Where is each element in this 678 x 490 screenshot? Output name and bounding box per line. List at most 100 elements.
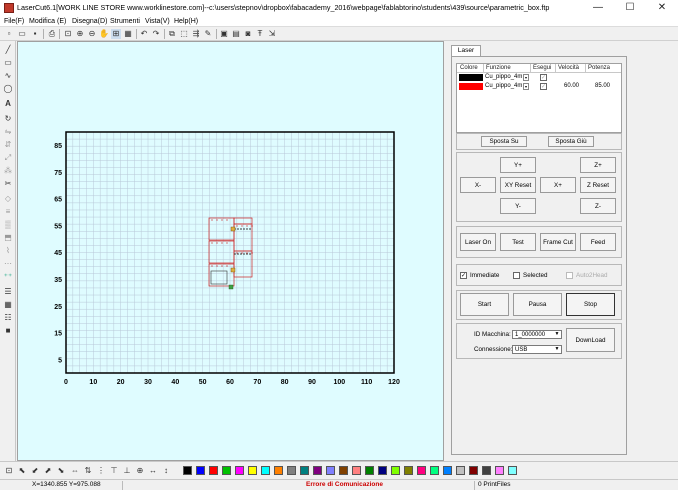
menu-file[interactable]: File(F) [4, 18, 24, 25]
menu-help[interactable]: Help(H) [174, 18, 198, 25]
list-icon[interactable]: ☷ [3, 313, 13, 323]
width-icon[interactable]: ↔ [148, 466, 158, 476]
zoom-fit-icon[interactable]: ⊡ [63, 29, 73, 39]
machine-id-select[interactable]: 1_0000000 ▼ [512, 330, 562, 339]
offset-icon[interactable]: ⬒ [3, 233, 13, 243]
color-swatch[interactable] [196, 466, 205, 475]
grid-layer-icon[interactable]: ▦ [3, 300, 13, 310]
new-file-icon[interactable]: ▫ [4, 29, 14, 39]
color-swatch[interactable] [469, 466, 478, 475]
arrow-se-icon[interactable]: ⬊ [56, 466, 66, 476]
color-swatch[interactable] [261, 466, 270, 475]
maximize-button[interactable]: ☐ [614, 0, 646, 16]
output-icon[interactable]: ⇲ [267, 29, 277, 39]
layer-function[interactable]: Cu_pippo_4m [485, 83, 522, 89]
color-swatch[interactable] [482, 466, 491, 475]
scale-icon[interactable]: ⤢ [3, 153, 13, 163]
curve-icon[interactable]: ∿ [3, 71, 13, 81]
canvas-svg[interactable]: 0 10 20 30 40 50 60 70 80 90 100 110 120 85 75 65 55 45 35… [18, 42, 445, 462]
z-reset-button[interactable]: Z Reset [580, 177, 616, 193]
grid-icon[interactable]: ▦ [123, 29, 133, 39]
layer-color-swatch-red[interactable] [459, 83, 483, 90]
color-swatch[interactable] [508, 466, 517, 475]
laser-head-icon[interactable]: ▣ [219, 29, 229, 39]
color-swatch[interactable] [443, 466, 452, 475]
x-plus-button[interactable]: X+ [540, 177, 576, 193]
download-button[interactable]: DownLoad [566, 328, 615, 352]
function-dropdown-icon[interactable]: ▾ [523, 74, 529, 81]
image-icon[interactable]: ▤ [231, 29, 241, 39]
fill-icon[interactable]: ▒ [3, 220, 13, 230]
tab-laser-cut[interactable]: Laser Cut [451, 45, 481, 64]
text-tool-icon[interactable]: A [3, 99, 13, 109]
immediate-checkbox[interactable]: ✓ [460, 272, 467, 279]
minimize-button[interactable]: — [582, 0, 614, 16]
align-top-icon[interactable]: ⊤ [109, 466, 119, 476]
color-swatch[interactable] [300, 466, 309, 475]
split-icon[interactable]: ⇔ [70, 466, 80, 476]
arrow-sw-icon[interactable]: ⬋ [30, 466, 40, 476]
mirror-v-icon[interactable]: ⇵ [3, 140, 13, 150]
pausa-button[interactable]: Pausa [513, 293, 562, 316]
print-icon[interactable]: ⎙ [47, 29, 57, 39]
color-swatch[interactable] [404, 466, 413, 475]
color-swatch[interactable] [339, 466, 348, 475]
save-icon[interactable]: ▪ [30, 29, 40, 39]
connection-select[interactable]: USB ▼ [512, 345, 562, 354]
arrow-nw-icon[interactable]: ⬉ [17, 466, 27, 476]
menu-disegna[interactable]: Disegna(D) [72, 18, 107, 25]
stop-button[interactable]: Stop [566, 293, 615, 316]
color-swatch[interactable] [352, 466, 361, 475]
color-swatch[interactable] [235, 466, 244, 475]
color-swatch[interactable] [274, 466, 283, 475]
distribute-icon[interactable]: ⋮ [96, 466, 106, 476]
mirror-icon[interactable]: ⇅ [83, 466, 93, 476]
y-plus-button[interactable]: Y+ [500, 157, 536, 173]
test-button[interactable]: Test [500, 233, 536, 251]
color-swatch[interactable] [248, 466, 257, 475]
rotate-icon[interactable]: ↻ [3, 114, 13, 124]
laser-on-button[interactable]: Laser On [460, 233, 496, 251]
layer-function[interactable]: Cu_pippo_4m [485, 74, 522, 80]
color-swatch[interactable] [456, 466, 465, 475]
open-folder-icon[interactable]: ▭ [17, 29, 27, 39]
color-block-icon[interactable]: ■ [3, 326, 13, 336]
polyline-icon[interactable]: ⌇ [3, 246, 13, 256]
z-plus-button[interactable]: Z+ [580, 157, 616, 173]
zoom-window-icon[interactable]: ⊞ [111, 29, 121, 39]
align-icon[interactable]: ⇶ [191, 29, 201, 39]
zoom-in-icon[interactable]: ⊕ [75, 29, 85, 39]
feed-button[interactable]: Feed [580, 233, 616, 251]
align-bottom-icon[interactable]: ⊥ [122, 466, 132, 476]
line-icon[interactable]: ╱ [3, 45, 13, 55]
execute-checkbox[interactable]: ✓ [540, 74, 547, 81]
frame-cut-button[interactable]: Frame Cut [540, 233, 576, 251]
xy-reset-button[interactable]: XY Reset [500, 177, 536, 193]
z-minus-button[interactable]: Z- [580, 198, 616, 214]
x-minus-button[interactable]: X- [460, 177, 496, 193]
move-up-button[interactable]: Sposta Su [481, 136, 527, 147]
array-icon[interactable]: ⁂ [3, 166, 13, 176]
sort-icon[interactable]: ☰ [3, 287, 13, 297]
color-swatch[interactable] [209, 466, 218, 475]
pan-hand-icon[interactable]: ✋ [99, 29, 109, 39]
start-button[interactable]: Start [460, 293, 509, 316]
height-icon[interactable]: ↕ [161, 466, 171, 476]
close-button[interactable]: ✕ [646, 0, 678, 16]
execute-checkbox[interactable]: ✓ [540, 83, 547, 90]
redo-icon[interactable]: ↷ [151, 29, 161, 39]
color-swatch[interactable] [183, 466, 192, 475]
menu-vista[interactable]: Vista(V) [145, 18, 170, 25]
ungroup-icon[interactable]: ⬚ [179, 29, 189, 39]
color-swatch[interactable] [326, 466, 335, 475]
arrow-ne-icon[interactable]: ⬈ [43, 466, 53, 476]
zoom-box-icon[interactable]: ⊡ [4, 466, 14, 476]
color-swatch[interactable] [495, 466, 504, 475]
color-swatch[interactable] [417, 466, 426, 475]
drawing-canvas[interactable]: 0 10 20 30 40 50 60 70 80 90 100 110 120 85 75 65 55 45 35… [17, 41, 444, 461]
layer-color-swatch-black[interactable] [459, 74, 483, 81]
mirror-h-icon[interactable]: ⇋ [3, 127, 13, 137]
color-swatch[interactable] [313, 466, 322, 475]
color-swatch[interactable] [430, 466, 439, 475]
dots-icon[interactable]: ⋯ [3, 259, 13, 269]
